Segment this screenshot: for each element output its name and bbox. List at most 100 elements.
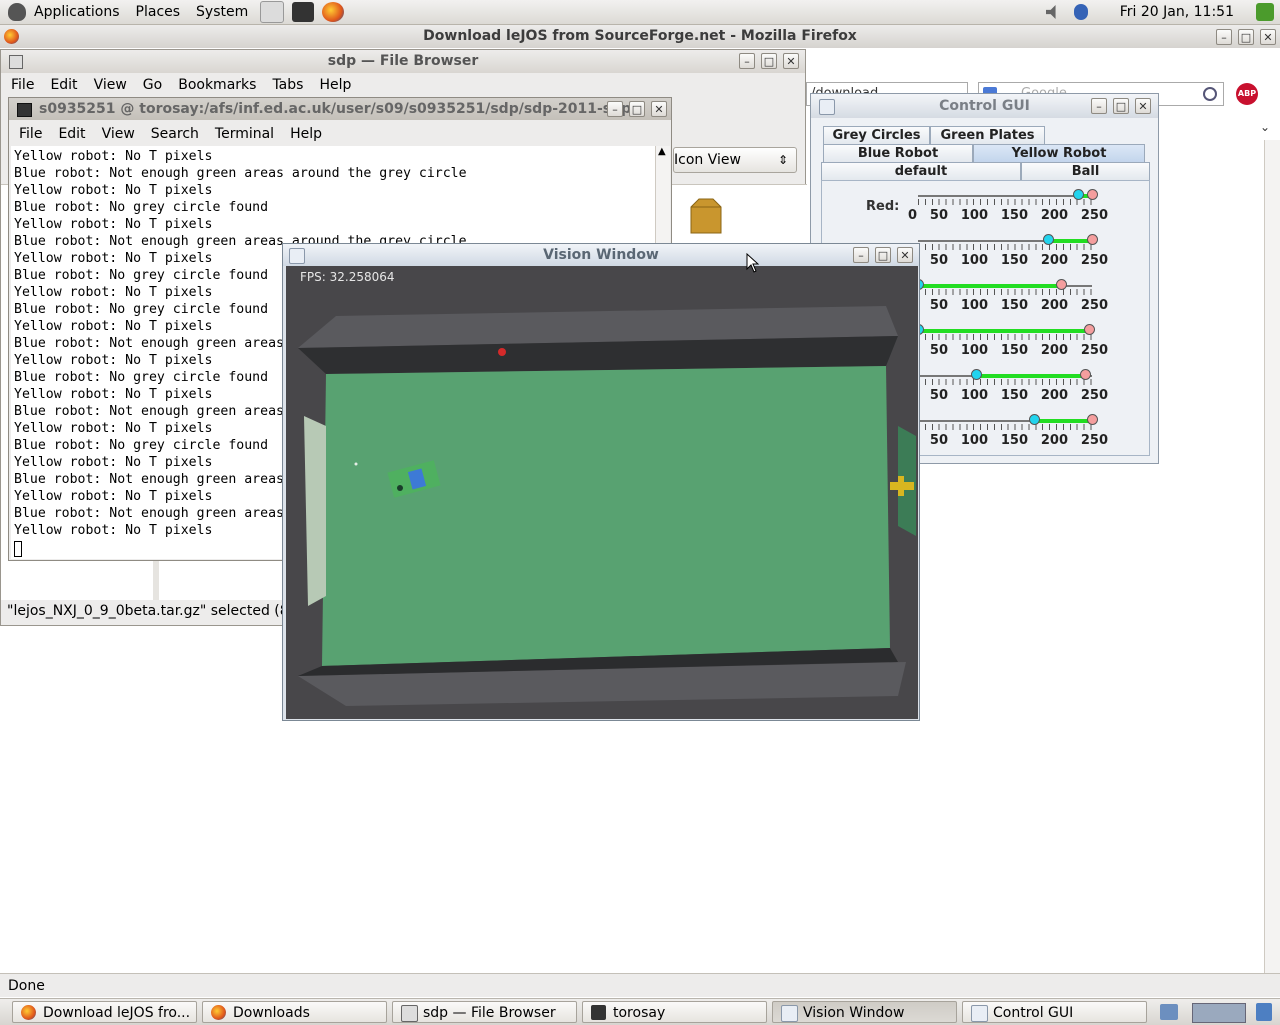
tick-label: 250 — [1080, 208, 1108, 223]
system-menu[interactable]: System — [188, 0, 256, 24]
pitch-view — [286, 266, 918, 719]
terminal-minimize-button[interactable]: – — [607, 101, 623, 117]
firefox-minimize-button[interactable]: – — [1216, 29, 1232, 45]
tab-grey-circles[interactable]: Grey Circles — [823, 126, 930, 144]
file-browser-titlebar: sdp — File Browser — [1, 50, 805, 73]
task-terminal[interactable]: torosay — [582, 1001, 767, 1023]
fps-readout: FPS: 32.258064 — [300, 270, 395, 284]
volume-icon[interactable] — [1045, 5, 1056, 19]
adblock-icon[interactable]: ABP — [1236, 83, 1258, 105]
file-browser-maximize-button[interactable]: □ — [761, 53, 777, 69]
show-desktop-icon[interactable] — [1160, 1004, 1178, 1020]
terminal-menubar: File Edit View Search Terminal Help — [9, 122, 671, 146]
terminal-launcher-icon[interactable] — [292, 2, 315, 22]
terminal-close-button[interactable]: ✕ — [651, 101, 667, 117]
control-gui-minimize-button[interactable]: – — [1091, 98, 1107, 114]
vision-window-title: Vision Window — [543, 247, 659, 263]
file-browser-status: "lejos_NXJ_0_9_0beta.tar.gz" selected (8… — [7, 603, 303, 619]
slider-tick-labels: 050100150200250 — [908, 343, 1108, 358]
file-browser-icon — [401, 1005, 418, 1022]
tab-green-plates[interactable]: Green Plates — [930, 126, 1045, 144]
fb-menu-file[interactable]: File — [1, 77, 40, 93]
firefox-maximize-button[interactable]: □ — [1238, 29, 1254, 45]
task-label: Control GUI — [993, 1005, 1074, 1021]
slider-tick-labels: 050100150200250 — [908, 253, 1108, 268]
vision-close-button[interactable]: ✕ — [897, 247, 913, 263]
slider-track[interactable] — [918, 195, 1092, 197]
fb-menu-view[interactable]: View — [84, 77, 133, 93]
tab-ball[interactable]: Ball — [1021, 162, 1150, 180]
places-menu[interactable]: Places — [128, 0, 189, 24]
firefox-titlebar: Download leJOS from SourceForge.net - Mo… — [0, 25, 1280, 49]
slider-selected-range — [1034, 419, 1092, 423]
tick-label: 200 — [1040, 388, 1068, 403]
tick-label: 150 — [1000, 343, 1028, 358]
control-gui-close-button[interactable]: ✕ — [1135, 98, 1151, 114]
term-menu-edit[interactable]: Edit — [48, 126, 91, 142]
fb-menu-go[interactable]: Go — [133, 77, 168, 93]
archive-file-icon[interactable] — [689, 197, 723, 235]
slider-low-knob[interactable] — [1029, 414, 1040, 425]
view-mode-select[interactable]: Icon View ⇕ — [673, 147, 797, 173]
java-app-icon — [819, 99, 835, 115]
vision-maximize-button[interactable]: □ — [875, 247, 891, 263]
view-mode-value: Icon View — [674, 152, 741, 168]
task-firefox[interactable]: Download leJOS fro... — [12, 1001, 197, 1023]
firefox-window-title: Download leJOS from SourceForge.net - Mo… — [423, 28, 857, 44]
tab-default[interactable]: default — [821, 162, 1021, 180]
slider-low-knob[interactable] — [971, 369, 982, 380]
trash-icon[interactable] — [1256, 1003, 1272, 1021]
terminal-maximize-button[interactable]: □ — [629, 101, 645, 117]
gnome-foot-icon[interactable] — [8, 3, 26, 21]
file-browser-close-button[interactable]: ✕ — [783, 53, 799, 69]
scroll-up-icon[interactable]: ▲ — [658, 146, 666, 157]
firefox-close-button[interactable]: ✕ — [1260, 29, 1276, 45]
chevron-down-icon[interactable]: ⌄ — [1260, 120, 1270, 134]
control-gui-maximize-button[interactable]: □ — [1113, 98, 1129, 114]
run-icon[interactable] — [1256, 3, 1274, 21]
tick-label: 150 — [1000, 208, 1028, 223]
slider-high-knob[interactable] — [1083, 324, 1095, 335]
vision-minimize-button[interactable]: – — [853, 247, 869, 263]
task-downloads[interactable]: Downloads — [202, 1001, 387, 1023]
term-menu-view[interactable]: View — [92, 126, 141, 142]
tab-blue-robot[interactable]: Blue Robot — [823, 144, 973, 162]
task-control-gui[interactable]: Control GUI — [962, 1001, 1147, 1023]
file-browser-minimize-button[interactable]: – — [739, 53, 755, 69]
clock[interactable]: Fri 20 Jan, 11:51 — [1120, 4, 1234, 20]
term-menu-terminal[interactable]: Terminal — [205, 126, 280, 142]
fb-menu-bookmarks[interactable]: Bookmarks — [168, 77, 262, 93]
tick-label: 250 — [1080, 253, 1108, 268]
slider-ticks — [918, 199, 1092, 205]
threshold-slider[interactable]: Red: 0 50 100 150 200 250 — [822, 183, 1151, 228]
camera-feed[interactable]: FPS: 32.258064 — [286, 266, 918, 719]
search-icon[interactable] — [1203, 87, 1217, 101]
fb-menu-help[interactable]: Help — [309, 77, 357, 93]
term-menu-help[interactable]: Help — [280, 126, 328, 142]
tab-yellow-robot[interactable]: Yellow Robot — [973, 144, 1145, 162]
term-menu-file[interactable]: File — [9, 126, 48, 142]
firefox-statusbar: Done — [0, 973, 1280, 997]
fb-menu-tabs[interactable]: Tabs — [262, 77, 309, 93]
slider-high-knob[interactable] — [1087, 234, 1098, 245]
slider-high-knob[interactable] — [1087, 189, 1098, 200]
mail-launcher-icon[interactable] — [260, 1, 285, 23]
slider-selected-range — [918, 329, 1089, 333]
mouse-pointer-icon — [746, 253, 760, 273]
applications-menu[interactable]: Applications — [26, 0, 128, 24]
file-browser-menubar: File Edit View Go Bookmarks Tabs Help — [1, 73, 805, 97]
tick-label: 100 — [960, 298, 988, 313]
vision-window: Vision Window – □ ✕ FPS: 32.258064 — [282, 243, 920, 721]
task-file-browser[interactable]: sdp — File Browser — [392, 1001, 577, 1023]
firefox-scrollbar[interactable] — [1264, 140, 1280, 973]
firefox-launcher-icon[interactable] — [322, 2, 345, 22]
tick-label: 50 — [929, 388, 948, 403]
workspace-switcher[interactable] — [1192, 1003, 1246, 1023]
tick-label: 250 — [1080, 433, 1108, 448]
fb-menu-edit[interactable]: Edit — [40, 77, 83, 93]
task-vision-window[interactable]: Vision Window — [772, 1001, 957, 1023]
bluetooth-icon[interactable] — [1073, 4, 1088, 20]
slider-low-knob[interactable] — [1042, 234, 1054, 245]
slider-high-knob[interactable] — [1087, 414, 1098, 425]
term-menu-search[interactable]: Search — [141, 126, 205, 142]
